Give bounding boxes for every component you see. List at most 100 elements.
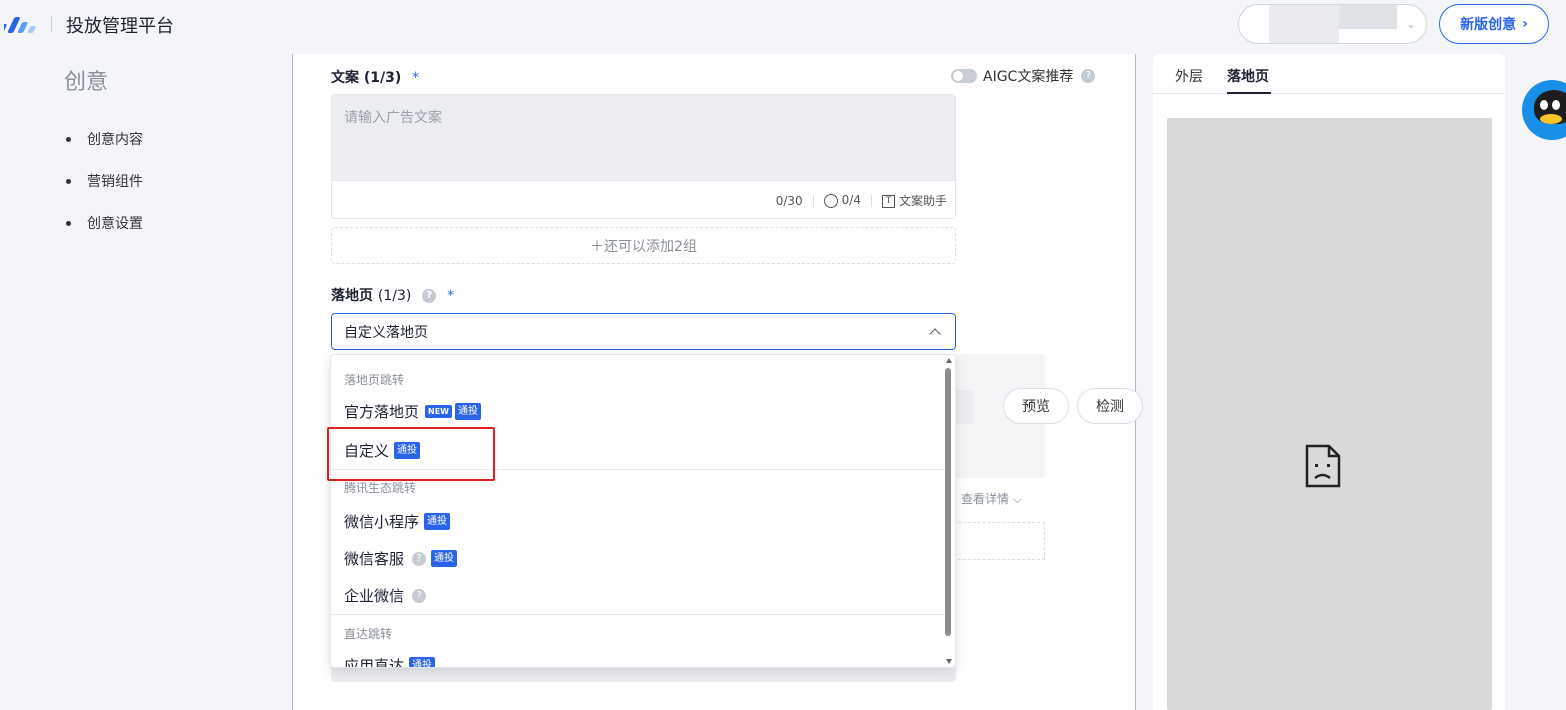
dropdown-item-mini-program[interactable]: 微信小程序 通投 (344, 511, 451, 532)
dropdown-item-official-landing[interactable]: 官方落地页 NEW 通投 (344, 401, 481, 422)
dropdown-item-label: 应用直达 (344, 657, 405, 668)
new-creative-button[interactable]: 新版创意 › (1439, 4, 1549, 44)
aigc-toggle[interactable] (951, 69, 977, 83)
divider (870, 194, 872, 207)
help-icon[interactable]: ? (422, 289, 437, 303)
detect-label: 检测 (1096, 399, 1124, 415)
detect-button[interactable]: 检测 (1077, 388, 1143, 424)
divider (812, 194, 814, 207)
chevron-up-icon (929, 327, 941, 340)
aigc-recommend: AIGC文案推荐 ? (951, 66, 1096, 86)
sidebar-title: 创意 (64, 70, 109, 95)
dropdown-group-title: 直达跳转 (344, 627, 393, 641)
emoji-icon (823, 193, 838, 208)
avatar-eye (1540, 100, 1548, 110)
bullet-icon (66, 220, 71, 226)
preview-button[interactable]: 预览 (1003, 388, 1069, 424)
dropdown-item-wechat-service[interactable]: 微信客服 ? 通投 (344, 548, 458, 569)
bullet-icon (66, 178, 71, 184)
sidebar-item-label: 创意设置 (87, 216, 143, 232)
copy-assistant-button[interactable]: T 文案助手 (881, 192, 947, 209)
dropdown-divider (331, 614, 945, 615)
chevron-right-icon: › (1522, 16, 1528, 32)
landing-type-dropdown: 落地页跳转 官方落地页 NEW 通投 自定义 通投 腾讯生态跳转 微信小程序 通… (330, 354, 956, 668)
aigc-label: AIGC文案推荐 (983, 69, 1074, 85)
add-landing-placeholder[interactable] (943, 522, 1045, 560)
new-creative-label: 新版创意 (1460, 17, 1517, 33)
tongtou-badge: 通投 (424, 513, 451, 530)
required-mark: * (412, 70, 420, 86)
scroll-thumb[interactable] (945, 368, 951, 636)
help-icon[interactable]: ? (1081, 69, 1096, 83)
dropdown-item-label: 微信客服 (344, 550, 405, 568)
preview-label: 预览 (1022, 399, 1050, 415)
copy-placeholder: 请输入广告文案 (344, 110, 442, 126)
copy-label-text: 文案 (331, 70, 359, 86)
dropdown-item-wecom[interactable]: 企业微信 ? (344, 585, 427, 606)
help-icon[interactable]: ? (412, 588, 427, 603)
tab-outer[interactable]: 外层 (1175, 66, 1203, 86)
sidebar-item-label: 营销组件 (87, 174, 143, 190)
preview-panel: 外层 落地页 (1153, 54, 1505, 710)
chevron-down-icon: ⌄ (1405, 17, 1416, 31)
sidebar-item-marketing-components[interactable]: 营销组件 (66, 160, 143, 202)
dropdown-item-label: 企业微信 (344, 587, 405, 605)
add-group-label: ＋还可以添加2组 (590, 238, 697, 255)
copy-meta: 0/30 0/4 T 文案助手 (776, 192, 947, 209)
select-value: 自定义落地页 (344, 324, 428, 341)
top-bar: 投放管理平台 ⌄ 新版创意 › (0, 0, 1566, 50)
copy-textarea[interactable]: 请输入广告文案 (332, 95, 955, 181)
tongtou-badge: 通投 (431, 550, 458, 567)
annotation-highlight-box (327, 427, 495, 481)
active-tab-indicator (1227, 92, 1271, 94)
add-copy-group-button[interactable]: ＋还可以添加2组 (331, 227, 956, 264)
dropdown-group-title: 落地页跳转 (344, 373, 405, 387)
landing-page-label: 落地页 (1/3) ? * (331, 285, 454, 305)
account-selector[interactable]: ⌄ (1238, 4, 1427, 44)
landing-preview-area (1167, 118, 1492, 710)
sidebar-item-label: 创意内容 (87, 132, 143, 148)
help-icon[interactable]: ? (412, 551, 427, 566)
form-section-footer (331, 666, 956, 682)
view-detail-link[interactable]: 查看详情 ⌵ (961, 490, 1022, 507)
dropdown-scrollbar[interactable] (943, 356, 955, 666)
scroll-up-arrow-icon[interactable] (946, 358, 952, 363)
broken-image-icon (1305, 444, 1341, 488)
new-badge: NEW (425, 405, 452, 418)
copy-assistant-label: 文案助手 (898, 194, 947, 208)
scroll-down-arrow-icon[interactable] (946, 659, 952, 664)
emoji-count: 0/4 (841, 193, 861, 208)
emoji-button[interactable]: 0/4 (823, 193, 861, 208)
landing-page-select[interactable]: 自定义落地页 (331, 313, 956, 350)
account-name-blur (1269, 5, 1339, 43)
dropdown-item-app-direct[interactable]: 应用直达 通投 (344, 655, 436, 668)
tab-landing-page[interactable]: 落地页 (1227, 66, 1269, 86)
dropdown-item-label: 微信小程序 (344, 513, 420, 531)
assistant-avatar[interactable] (1522, 80, 1566, 140)
landing-label-text: 落地页 (331, 288, 373, 304)
logo-divider (51, 16, 52, 32)
chevron-down-icon: ⌵ (1012, 492, 1022, 506)
view-detail-label: 查看详情 (961, 492, 1010, 506)
copy-count: (1/3) (363, 70, 402, 86)
preview-tabs: 外层 落地页 (1153, 54, 1505, 94)
avatar-beak (1540, 114, 1562, 124)
sidebar-item-creative-content[interactable]: 创意内容 (66, 118, 143, 160)
tongtou-badge: 通投 (409, 657, 436, 667)
required-mark: * (447, 288, 455, 304)
sidebar-item-creative-settings[interactable]: 创意设置 (66, 202, 143, 244)
copy-label: 文案 (1/3) * (331, 67, 419, 87)
bullet-icon (66, 136, 71, 142)
account-id-blur (1339, 5, 1397, 29)
char-count: 0/30 (775, 193, 803, 208)
copy-input-box: 请输入广告文案 0/30 0/4 T 文案助手 (331, 94, 956, 219)
platform-title: 投放管理平台 (66, 16, 174, 37)
text-icon: T (881, 195, 895, 208)
landing-count: (1/3) (377, 288, 412, 304)
dropdown-group-title: 腾讯生态跳转 (344, 481, 417, 495)
platform-logo-icon (4, 17, 36, 33)
tongtou-badge: 通投 (455, 403, 481, 420)
dropdown-item-label: 官方落地页 (344, 403, 420, 421)
avatar-eye (1552, 100, 1560, 110)
sidebar-nav: 创意内容 营销组件 创意设置 (66, 118, 143, 244)
